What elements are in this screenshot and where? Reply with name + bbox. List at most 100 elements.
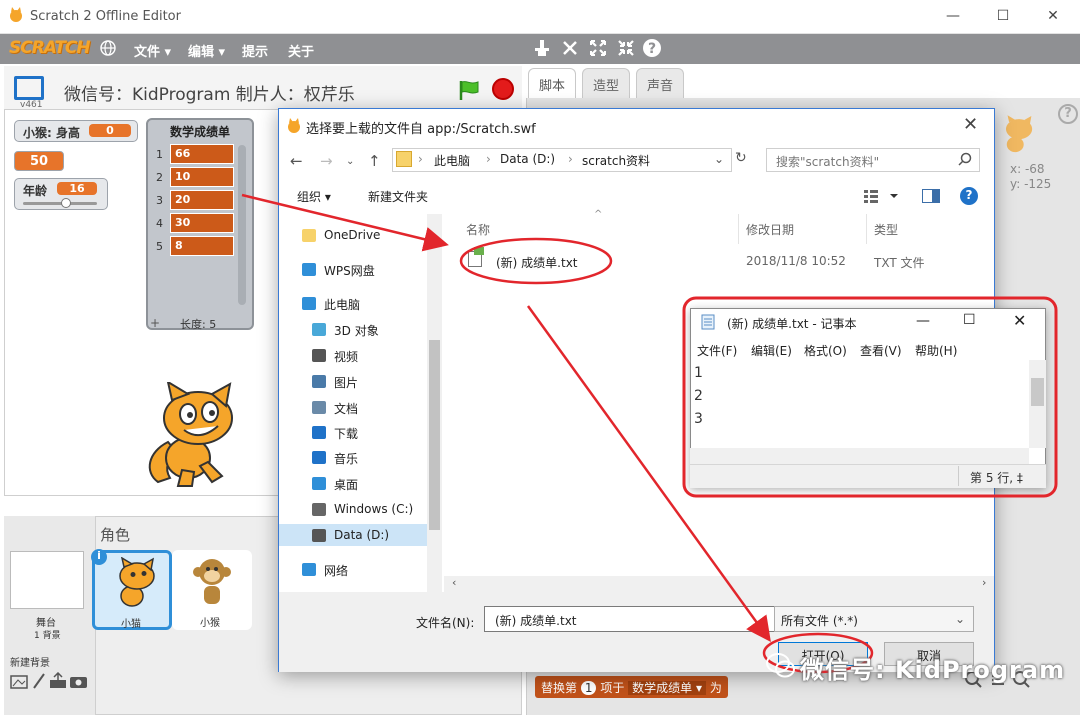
scratch-cat-icon — [288, 118, 300, 133]
notepad-maximize-button[interactable]: ☐ — [963, 312, 976, 328]
slider-monitor-age[interactable]: 年龄 16 — [14, 178, 108, 210]
refresh-icon[interactable]: ↻ — [735, 150, 747, 166]
recent-dropdown-icon[interactable]: ⌄ — [346, 156, 354, 167]
preview-pane-icon[interactable] — [922, 189, 940, 203]
list-item[interactable]: 30 — [170, 213, 234, 233]
nav-item[interactable]: 3D 对象 — [334, 322, 379, 339]
shrink-icon[interactable] — [616, 38, 636, 58]
block-end-text: 为 — [709, 681, 722, 695]
nav-item[interactable]: 此电脑 — [324, 296, 360, 313]
breadcrumb-folder[interactable]: scratch资料 — [582, 152, 650, 169]
nav-scroll-thumb[interactable] — [429, 340, 440, 530]
menu-about[interactable]: 关于 — [288, 41, 314, 60]
grow-icon[interactable] — [588, 38, 608, 58]
list-item-index: 2 — [156, 171, 163, 184]
scratch-logo[interactable]: SCRATCH — [9, 38, 91, 58]
list-scrollbar[interactable] — [238, 145, 246, 305]
tab-sounds[interactable]: 声音 — [636, 68, 685, 98]
minimize-button[interactable]: — — [943, 8, 963, 24]
notepad-menu-item[interactable]: 格式(O) — [804, 342, 847, 359]
replace-item-block[interactable]: 替换第 1 项于 数学成绩单 ▾ 为 — [535, 676, 728, 698]
nav-item[interactable]: 图片 — [334, 374, 358, 391]
notepad-menu-item[interactable]: 查看(V) — [860, 342, 902, 359]
filetype-select[interactable]: 所有文件 (*.*) ⌄ — [774, 606, 974, 632]
nav-item[interactable]: 网络 — [324, 562, 348, 579]
file-name[interactable]: (新) 成绩单.txt — [496, 254, 578, 271]
nav-item[interactable]: Windows (C:) — [334, 502, 413, 516]
green-flag-icon[interactable] — [458, 80, 482, 100]
new-folder-button[interactable]: 新建文件夹 — [368, 188, 428, 205]
notepad-menu-item[interactable]: 编辑(E) — [751, 342, 792, 359]
nav-item[interactable]: 文档 — [334, 400, 358, 417]
duplicate-icon[interactable] — [532, 38, 552, 58]
notepad-text-area[interactable]: 1 2 3 — [694, 362, 703, 431]
nav-item[interactable]: 桌面 — [334, 476, 358, 493]
slider-track[interactable] — [23, 202, 97, 205]
help-icon[interactable]: ? — [1058, 104, 1078, 124]
sprite-thumbnail-monkey[interactable]: 小猴 — [172, 550, 252, 630]
breadcrumb-this-pc[interactable]: 此电脑 — [434, 152, 470, 169]
nav-item[interactable]: OneDrive — [324, 228, 380, 242]
list-item[interactable]: 10 — [170, 167, 234, 187]
stop-icon[interactable] — [492, 78, 514, 100]
file-list-hscrollbar[interactable] — [444, 576, 994, 592]
svg-text:?: ? — [648, 41, 656, 57]
forward-arrow-icon[interactable]: → — [320, 152, 333, 170]
list-item[interactable]: 66 — [170, 144, 234, 164]
globe-icon[interactable] — [100, 40, 116, 56]
help-icon[interactable]: ? — [960, 187, 978, 205]
up-arrow-icon[interactable]: ↑ — [368, 152, 381, 170]
column-header-name[interactable]: 名称 — [466, 221, 490, 238]
filename-input[interactable]: (新) 成绩单.txt — [484, 606, 776, 632]
dialog-close-button[interactable]: ✕ — [963, 114, 978, 135]
variable-monitor-height[interactable]: 小猴: 身高 0 — [14, 120, 138, 142]
menu-edit[interactable]: 编辑 ▾ — [188, 41, 225, 60]
nav-item[interactable]: Data (D:) — [334, 528, 389, 542]
backdrop-tools[interactable] — [10, 672, 90, 690]
cat-sprite[interactable] — [138, 382, 242, 490]
scroll-right-icon[interactable]: › — [982, 576, 986, 589]
view-options-icon[interactable] — [864, 189, 900, 203]
project-title[interactable]: 微信号：KidProgram 制片人：权芹乐 — [64, 80, 355, 105]
tab-costumes[interactable]: 造型 — [582, 68, 631, 98]
column-header-date[interactable]: 修改日期 — [746, 221, 794, 238]
nav-item[interactable]: 视频 — [334, 348, 358, 365]
wechat-icon — [766, 653, 795, 678]
block-list-dropdown[interactable]: 数学成绩单 ▾ — [628, 681, 706, 695]
nav-item[interactable]: 音乐 — [334, 450, 358, 467]
cut-icon[interactable] — [560, 38, 580, 58]
organize-button[interactable]: 组织 ▾ — [297, 188, 331, 205]
address-dropdown-icon[interactable]: ⌄ — [714, 152, 724, 166]
help-icon[interactable]: ? — [642, 38, 662, 58]
stage-thumbnail[interactable] — [10, 551, 84, 609]
notepad-minimize-button[interactable]: — — [916, 313, 930, 329]
list-add-button[interactable]: + — [150, 316, 160, 330]
filename-label: 文件名(N): — [416, 616, 475, 630]
nav-item[interactable]: WPS网盘 — [324, 262, 375, 279]
breadcrumb-data-drive[interactable]: Data (D:) — [500, 152, 555, 166]
notepad-scroll-thumb[interactable] — [1031, 378, 1044, 406]
notepad-menu-item[interactable]: 文件(F) — [697, 342, 737, 359]
info-icon[interactable]: i — [91, 549, 107, 565]
close-button[interactable]: ✕ — [1043, 8, 1063, 24]
notepad-menu-item[interactable]: 帮助(H) — [915, 342, 957, 359]
menu-tips[interactable]: 提示 — [242, 41, 268, 60]
maximize-button[interactable]: ☐ — [993, 8, 1013, 24]
tab-scripts[interactable]: 脚本 — [528, 68, 577, 98]
notepad-hscrollbar[interactable] — [690, 448, 1029, 464]
search-icon[interactable] — [958, 152, 972, 166]
block-index-input[interactable]: 1 — [580, 681, 597, 695]
list-item[interactable]: 8 — [170, 236, 234, 256]
scroll-left-icon[interactable]: ‹ — [452, 576, 456, 589]
slider-knob[interactable] — [61, 198, 71, 208]
windows-drive-icon — [312, 503, 326, 516]
fullscreen-stage-icon[interactable] — [14, 76, 44, 100]
search-input[interactable]: 搜索"scratch资料" — [776, 153, 879, 170]
notepad-close-button[interactable]: ✕ — [1013, 311, 1026, 330]
menu-file[interactable]: 文件 ▾ — [134, 41, 171, 60]
column-header-type[interactable]: 类型 — [874, 221, 898, 238]
large-readout-monitor[interactable]: 50 — [14, 151, 64, 171]
nav-item[interactable]: 下载 — [334, 425, 358, 442]
list-item[interactable]: 20 — [170, 190, 234, 210]
back-arrow-icon[interactable]: ← — [290, 152, 303, 170]
